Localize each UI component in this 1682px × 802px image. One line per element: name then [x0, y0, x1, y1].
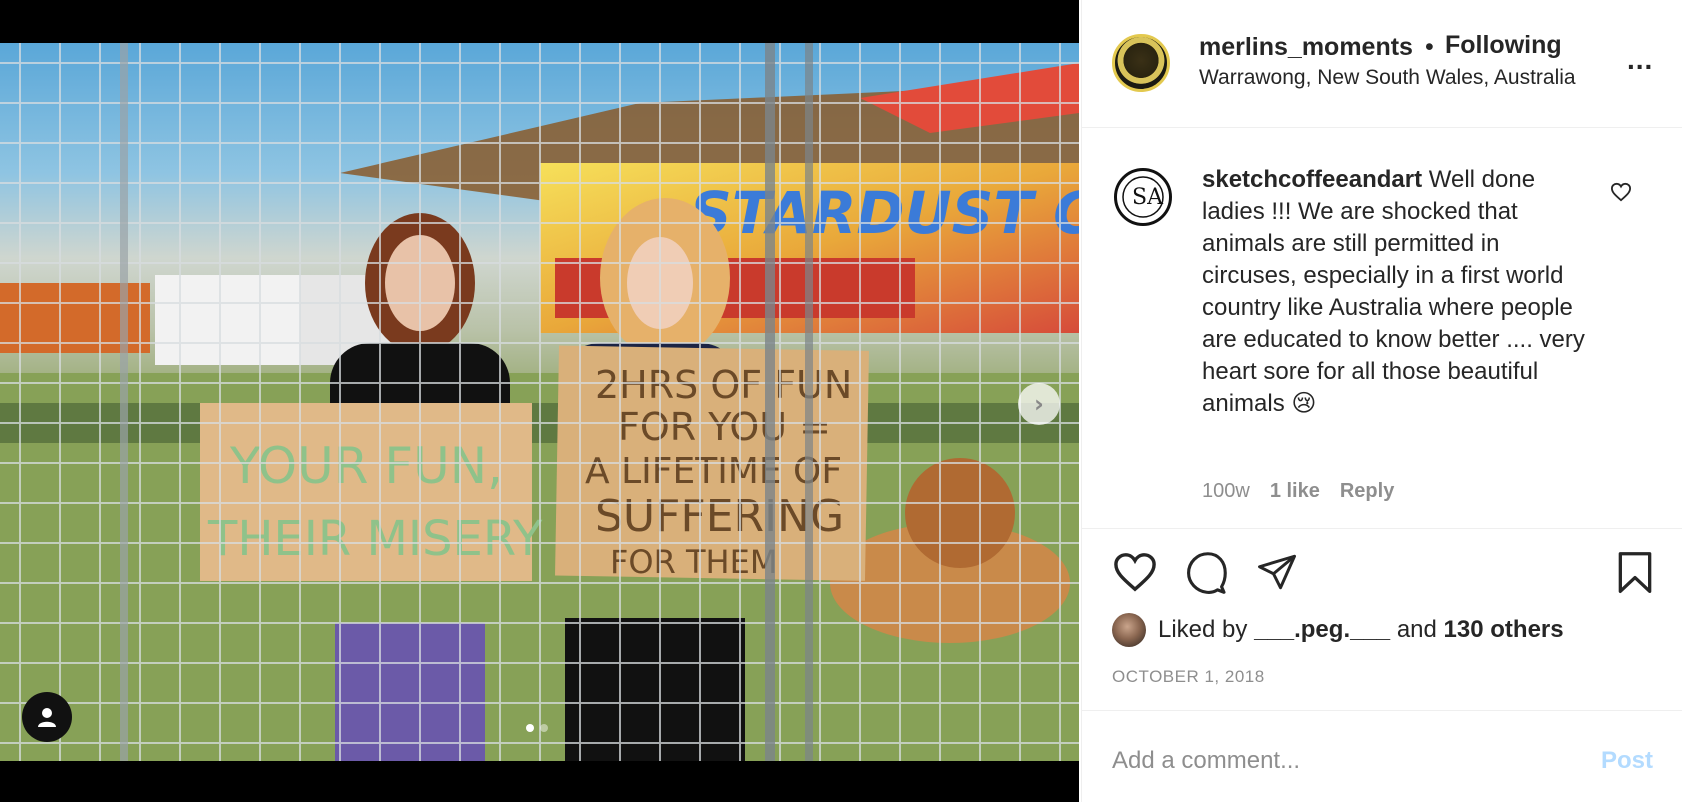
- post-comment-button[interactable]: Post: [1601, 747, 1653, 775]
- svg-text:2HRS OF FUN: 2HRS OF FUN: [595, 363, 852, 407]
- carousel-next-button[interactable]: ›: [1018, 383, 1060, 425]
- liker-avatar[interactable]: [1112, 613, 1146, 647]
- tagged-users-button[interactable]: [22, 692, 72, 742]
- share-button[interactable]: [1255, 551, 1299, 598]
- sketch-logo-icon: SA: [1122, 176, 1164, 218]
- comment-username[interactable]: sketchcoffeeandart: [1202, 166, 1422, 193]
- chevron-right-icon: ›: [1034, 390, 1044, 418]
- svg-text:SA: SA: [1132, 185, 1164, 210]
- paper-plane-icon: [1258, 554, 1296, 590]
- more-options-icon[interactable]: ...: [1627, 46, 1653, 74]
- heart-icon: [1114, 553, 1156, 592]
- post-header: merlins_moments • Following Warrawong, N…: [1082, 0, 1682, 128]
- carousel-dot-active: [526, 724, 534, 732]
- svg-text:FOR THEM: FOR THEM: [610, 543, 777, 581]
- comment-like-button[interactable]: [1610, 182, 1632, 207]
- heart-outline-icon: [1610, 182, 1632, 202]
- svg-text:THEIR MISERY: THEIR MISERY: [207, 511, 543, 567]
- comment-reply-button[interactable]: Reply: [1340, 480, 1394, 503]
- header-separator: •: [1425, 33, 1434, 61]
- svg-text:FOR YOU =: FOR YOU =: [618, 405, 831, 449]
- liked-by: Liked by ___.peg.___ and 130 others: [1112, 613, 1564, 647]
- comment-input[interactable]: [1112, 743, 1552, 779]
- following-button[interactable]: Following: [1445, 31, 1562, 60]
- comment-age[interactable]: 100w: [1202, 480, 1250, 503]
- author-username[interactable]: merlins_moments: [1199, 33, 1413, 62]
- commenter-avatar[interactable]: SA: [1114, 168, 1172, 226]
- author-avatar[interactable]: [1112, 34, 1170, 92]
- comment-body: Well done ladies !!! We are shocked that…: [1202, 166, 1585, 417]
- liker-username[interactable]: ___.peg.___: [1254, 616, 1390, 643]
- svg-text:YOUR FUN,: YOUR FUN,: [229, 437, 503, 495]
- carousel-dot: [540, 724, 548, 732]
- comment-meta: 100w 1 like Reply: [1202, 480, 1394, 503]
- bookmark-icon: [1618, 552, 1652, 593]
- speech-bubble-icon: [1187, 552, 1227, 594]
- post-date[interactable]: OCTOBER 1, 2018: [1112, 667, 1265, 687]
- post-side-panel: merlins_moments • Following Warrawong, N…: [1081, 0, 1682, 802]
- carousel-indicator: [526, 724, 548, 732]
- post-photo[interactable]: STARDUST CIRCUS YOUR FUN, T: [0, 43, 1079, 761]
- post-location[interactable]: Warrawong, New South Wales, Australia: [1199, 66, 1576, 90]
- comment-text: sketchcoffeeandart Well done ladies !!! …: [1202, 164, 1592, 420]
- save-button[interactable]: [1615, 551, 1655, 600]
- comment-likes[interactable]: 1 like: [1270, 480, 1320, 503]
- liked-by-text: Liked by ___.peg.___ and 130 others: [1158, 616, 1564, 643]
- post-media: STARDUST CIRCUS YOUR FUN, T: [0, 0, 1079, 802]
- liked-others-link[interactable]: 130 others: [1444, 616, 1564, 643]
- comment-button[interactable]: [1183, 551, 1229, 600]
- svg-text:A LIFETIME OF: A LIFETIME OF: [585, 451, 842, 492]
- photo-illustration: STARDUST CIRCUS YOUR FUN, T: [0, 43, 1079, 761]
- like-button[interactable]: [1112, 551, 1158, 598]
- add-comment-bar: Post: [1082, 710, 1682, 802]
- person-icon: [38, 708, 56, 727]
